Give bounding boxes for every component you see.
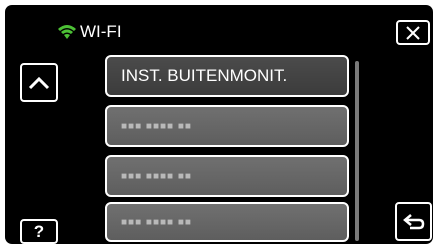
help-button-label: ?	[33, 221, 45, 241]
back-button[interactable]	[395, 202, 432, 241]
page-title-text: WI-FI	[80, 22, 122, 41]
list-item-label-masked: ■■■ ■■■■ ■■	[121, 170, 192, 182]
list-item-label-masked: ■■■ ■■■■ ■■	[121, 120, 192, 132]
list-item-label-masked: ■■■ ■■■■ ■■	[121, 216, 192, 228]
list-item[interactable]: ■■■ ■■■■ ■■	[105, 155, 349, 197]
list-item-selected[interactable]: INST. BUITENMONIT.	[105, 55, 349, 97]
chevron-up-icon	[28, 76, 50, 89]
page-title: WI-FI	[57, 20, 122, 44]
scroll-up-button[interactable]	[20, 63, 58, 102]
return-arrow-icon	[402, 213, 424, 229]
close-button[interactable]	[396, 20, 430, 45]
wifi-icon	[58, 25, 76, 39]
list-item-label: INST. BUITENMONIT.	[121, 66, 288, 85]
close-icon	[406, 25, 420, 40]
list-item[interactable]: ■■■ ■■■■ ■■	[105, 202, 349, 242]
help-button[interactable]: ?	[20, 219, 58, 244]
wifi-menu-screen: WI-FI INST. BUITENMONIT. ■■■ ■■■■ ■■ ■■■…	[5, 5, 433, 244]
list-item[interactable]: ■■■ ■■■■ ■■	[105, 105, 349, 147]
scrollbar[interactable]	[355, 61, 359, 241]
